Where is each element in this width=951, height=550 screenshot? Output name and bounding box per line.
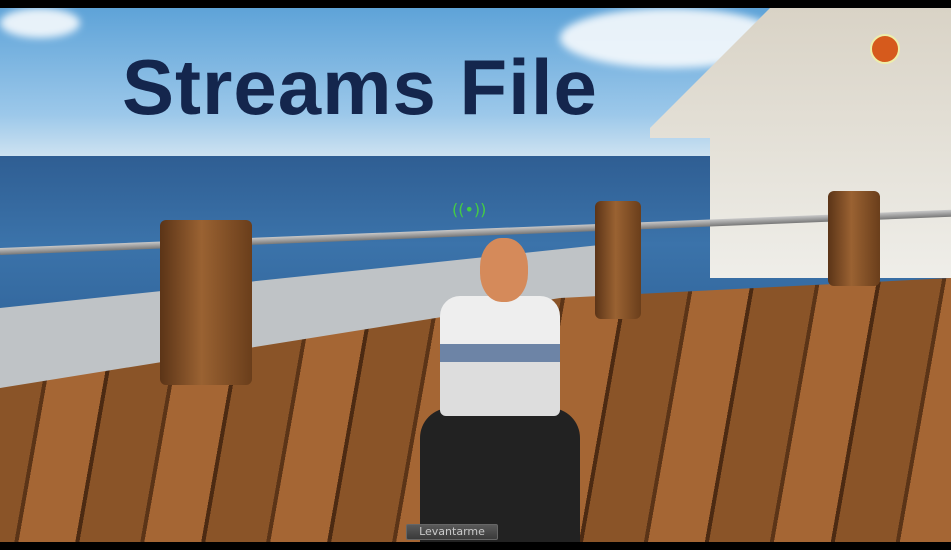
deck-post bbox=[828, 191, 880, 286]
avatar[interactable] bbox=[420, 238, 580, 542]
voice-waves-icon: ((•)) bbox=[452, 200, 487, 219]
brand-logo bbox=[870, 34, 900, 64]
avatar-legs bbox=[420, 408, 580, 542]
avatar-shirt bbox=[440, 296, 560, 416]
cloud bbox=[0, 8, 80, 38]
deck-post bbox=[160, 220, 252, 385]
deck-post bbox=[595, 201, 641, 319]
avatar-head bbox=[480, 238, 528, 302]
stand-up-button[interactable]: Levantarme bbox=[406, 524, 498, 540]
video-title: Streams File bbox=[122, 43, 598, 131]
game-viewport[interactable]: ((•)) Streams File bbox=[0, 8, 951, 542]
